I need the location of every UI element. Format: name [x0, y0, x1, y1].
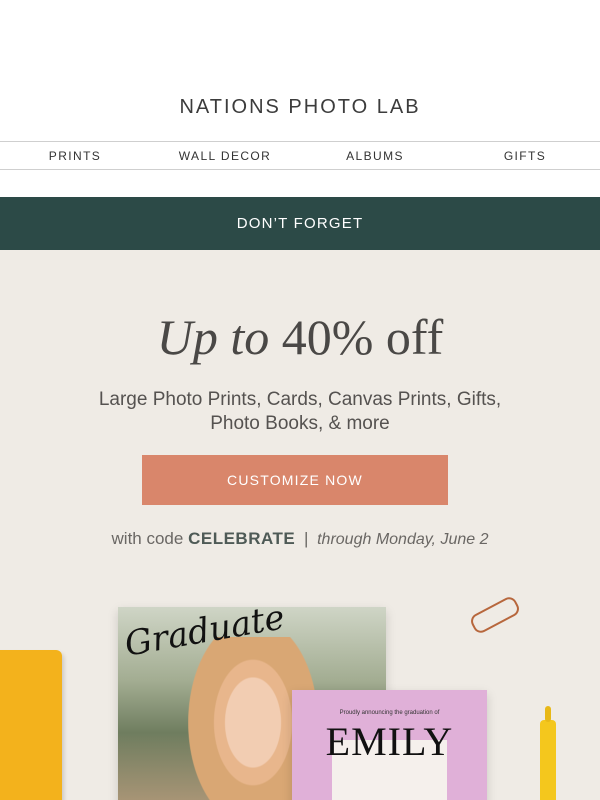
headline-italic: Up to — [156, 309, 270, 365]
banner-text: DON’T FORGET — [236, 215, 364, 232]
nav-albums[interactable]: ALBUMS — [300, 149, 450, 163]
promo-separator: | — [303, 529, 309, 548]
promo-code: CELEBRATE — [188, 529, 296, 548]
promo-prefix: with code — [111, 529, 184, 548]
nav-prints[interactable]: PRINTS — [0, 149, 150, 163]
nav-gifts[interactable]: GIFTS — [450, 149, 600, 163]
headline-discount: 40% off — [281, 309, 444, 365]
promo-dates: through Monday, June 2 — [317, 531, 489, 548]
paperclip-icon — [468, 594, 522, 636]
card-name: EMILY — [325, 719, 454, 764]
nav-wall-decor[interactable]: WALL DECOR — [150, 149, 300, 163]
reminder-banner: DON’T FORGET — [0, 197, 600, 250]
promo-line: with code CELEBRATE | through Monday, Ju… — [0, 529, 600, 549]
main-nav: PRINTS WALL DECOR ALBUMS GIFTS — [0, 141, 600, 170]
customize-now-button[interactable]: CUSTOMIZE NOW — [142, 455, 448, 505]
announcement-text: Proudly announcing the graduation of — [339, 710, 440, 716]
yellow-pen-image — [540, 706, 556, 800]
hero-headline: Up to 40% off — [0, 308, 600, 366]
hero-section: Up to 40% off Large Photo Prints, Cards,… — [0, 250, 600, 800]
emily-card-image[interactable]: Proudly announcing the graduation of EMI… — [292, 690, 487, 800]
hero-subcopy: Large Photo Prints, Cards, Canvas Prints… — [98, 389, 502, 434]
yellow-notebook-image — [0, 650, 62, 800]
brand-logo[interactable]: NATIONS PHOTO LAB — [0, 96, 600, 119]
